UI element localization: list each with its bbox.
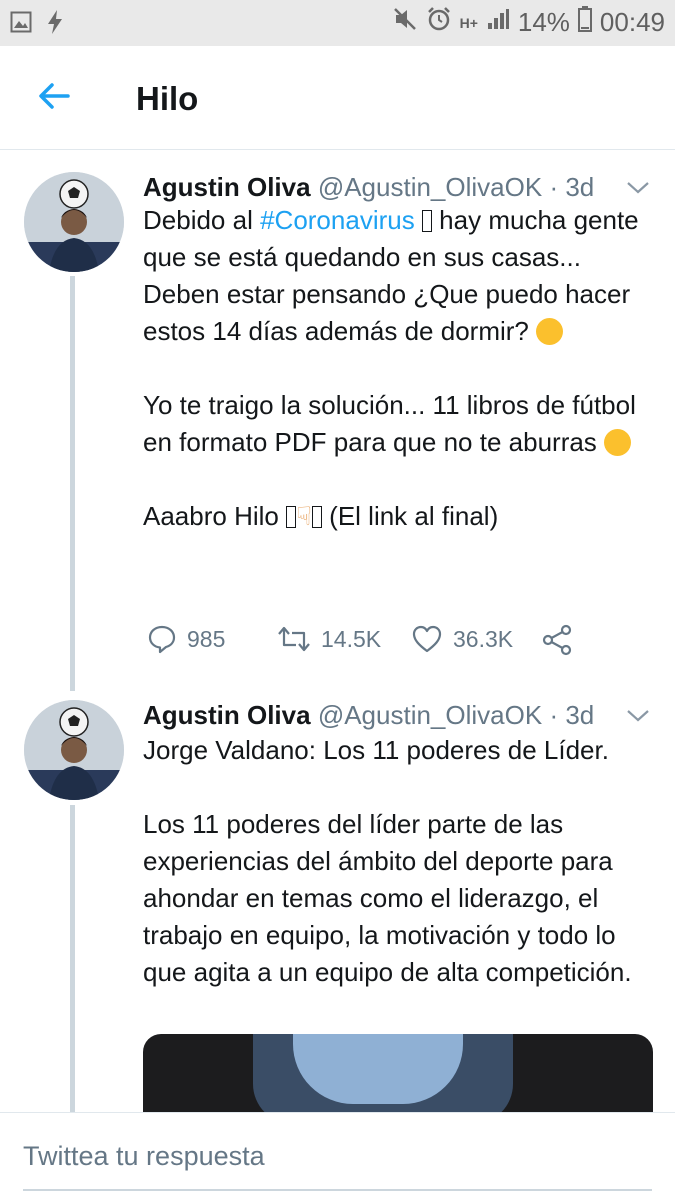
reply-button[interactable]: 985: [147, 624, 225, 654]
chevron-down-icon: [627, 710, 649, 722]
tweet-time: · 3d: [549, 700, 595, 730]
image-icon: [10, 11, 32, 38]
text-segment: Yo te traigo la solución... 11 libros de…: [143, 390, 636, 457]
page-title: Hilo: [136, 80, 199, 117]
reply-bar: Twittea tu respuesta: [0, 1112, 675, 1200]
share-button[interactable]: [541, 624, 573, 656]
text-segment: Jorge Valdano: Los 11 poderes de Líder.: [143, 735, 609, 765]
winking-face-icon: [604, 429, 632, 456]
missing-glyph-icon: [311, 506, 322, 528]
tweet-text: Debido al #Coronavirus hay mucha gente q…: [143, 202, 658, 535]
clock: 00:49: [599, 7, 665, 37]
battery-icon: [577, 6, 592, 39]
status-bar: H+ 14% 00:49: [0, 0, 675, 46]
reply-icon: [148, 625, 176, 654]
thread-line: [70, 276, 75, 691]
share-icon: [542, 624, 572, 656]
tweet[interactable]: Agustin Oliva @Agustin_OlivaOK · 3d Debi…: [0, 150, 675, 691]
author-name[interactable]: Agustin Oliva: [143, 700, 311, 730]
hashtag-link[interactable]: #Coronavirus: [260, 205, 415, 235]
reply-count: 985: [187, 625, 226, 652]
input-underline: [23, 1189, 652, 1191]
text-segment: Aaabro Hilo: [143, 501, 279, 531]
retweet-button[interactable]: 14.5K: [277, 624, 381, 654]
missing-glyph-icon: [286, 506, 297, 528]
avatar[interactable]: [24, 700, 124, 800]
text-segment: Debido al: [143, 205, 261, 235]
text-segment: Los 11 poderes del líder parte de las ex…: [143, 809, 632, 987]
like-button[interactable]: 36.3K: [411, 624, 513, 654]
author-handle[interactable]: @Agustin_OlivaOK: [318, 700, 542, 730]
retweet-count: 14.5K: [321, 625, 382, 652]
tweet-actions: 985 14.5K 36.3K: [143, 624, 583, 658]
alarm-icon: [426, 6, 452, 39]
mute-icon: [392, 6, 418, 39]
battery-percent: 14%: [517, 7, 570, 37]
missing-glyph-icon: [421, 210, 432, 232]
flash-icon: [46, 9, 64, 40]
tweet-text: Jorge Valdano: Los 11 poderes de Líder. …: [143, 732, 658, 991]
reply-input[interactable]: Twittea tu respuesta: [23, 1141, 265, 1172]
text-segment: (El link al final): [329, 501, 499, 531]
like-count: 36.3K: [453, 625, 514, 652]
tweet-menu-button[interactable]: [624, 706, 652, 726]
thread-line: [70, 805, 75, 1112]
avatar[interactable]: [24, 172, 124, 272]
arrow-left-icon: [39, 83, 70, 109]
tweet-time: · 3d: [549, 172, 595, 202]
signal-icon: [486, 7, 510, 38]
thinking-face-icon: [536, 318, 564, 345]
pointing-down-icon: ☟: [296, 501, 312, 531]
app-header: Hilo: [0, 46, 675, 150]
tweet-header: Agustin Oliva @Agustin_OlivaOK · 3d: [143, 172, 594, 203]
retweet-icon: [278, 626, 310, 652]
network-type: H+: [459, 14, 478, 31]
chevron-down-icon: [627, 182, 649, 194]
tweet-header: Agustin Oliva @Agustin_OlivaOK · 3d: [143, 700, 594, 731]
back-button[interactable]: [34, 76, 74, 116]
tweet-menu-button[interactable]: [624, 178, 652, 198]
author-name[interactable]: Agustin Oliva: [143, 172, 311, 202]
tweet-media-image[interactable]: [143, 1034, 653, 1124]
author-handle[interactable]: @Agustin_OlivaOK: [318, 172, 542, 202]
heart-icon: [412, 625, 442, 653]
